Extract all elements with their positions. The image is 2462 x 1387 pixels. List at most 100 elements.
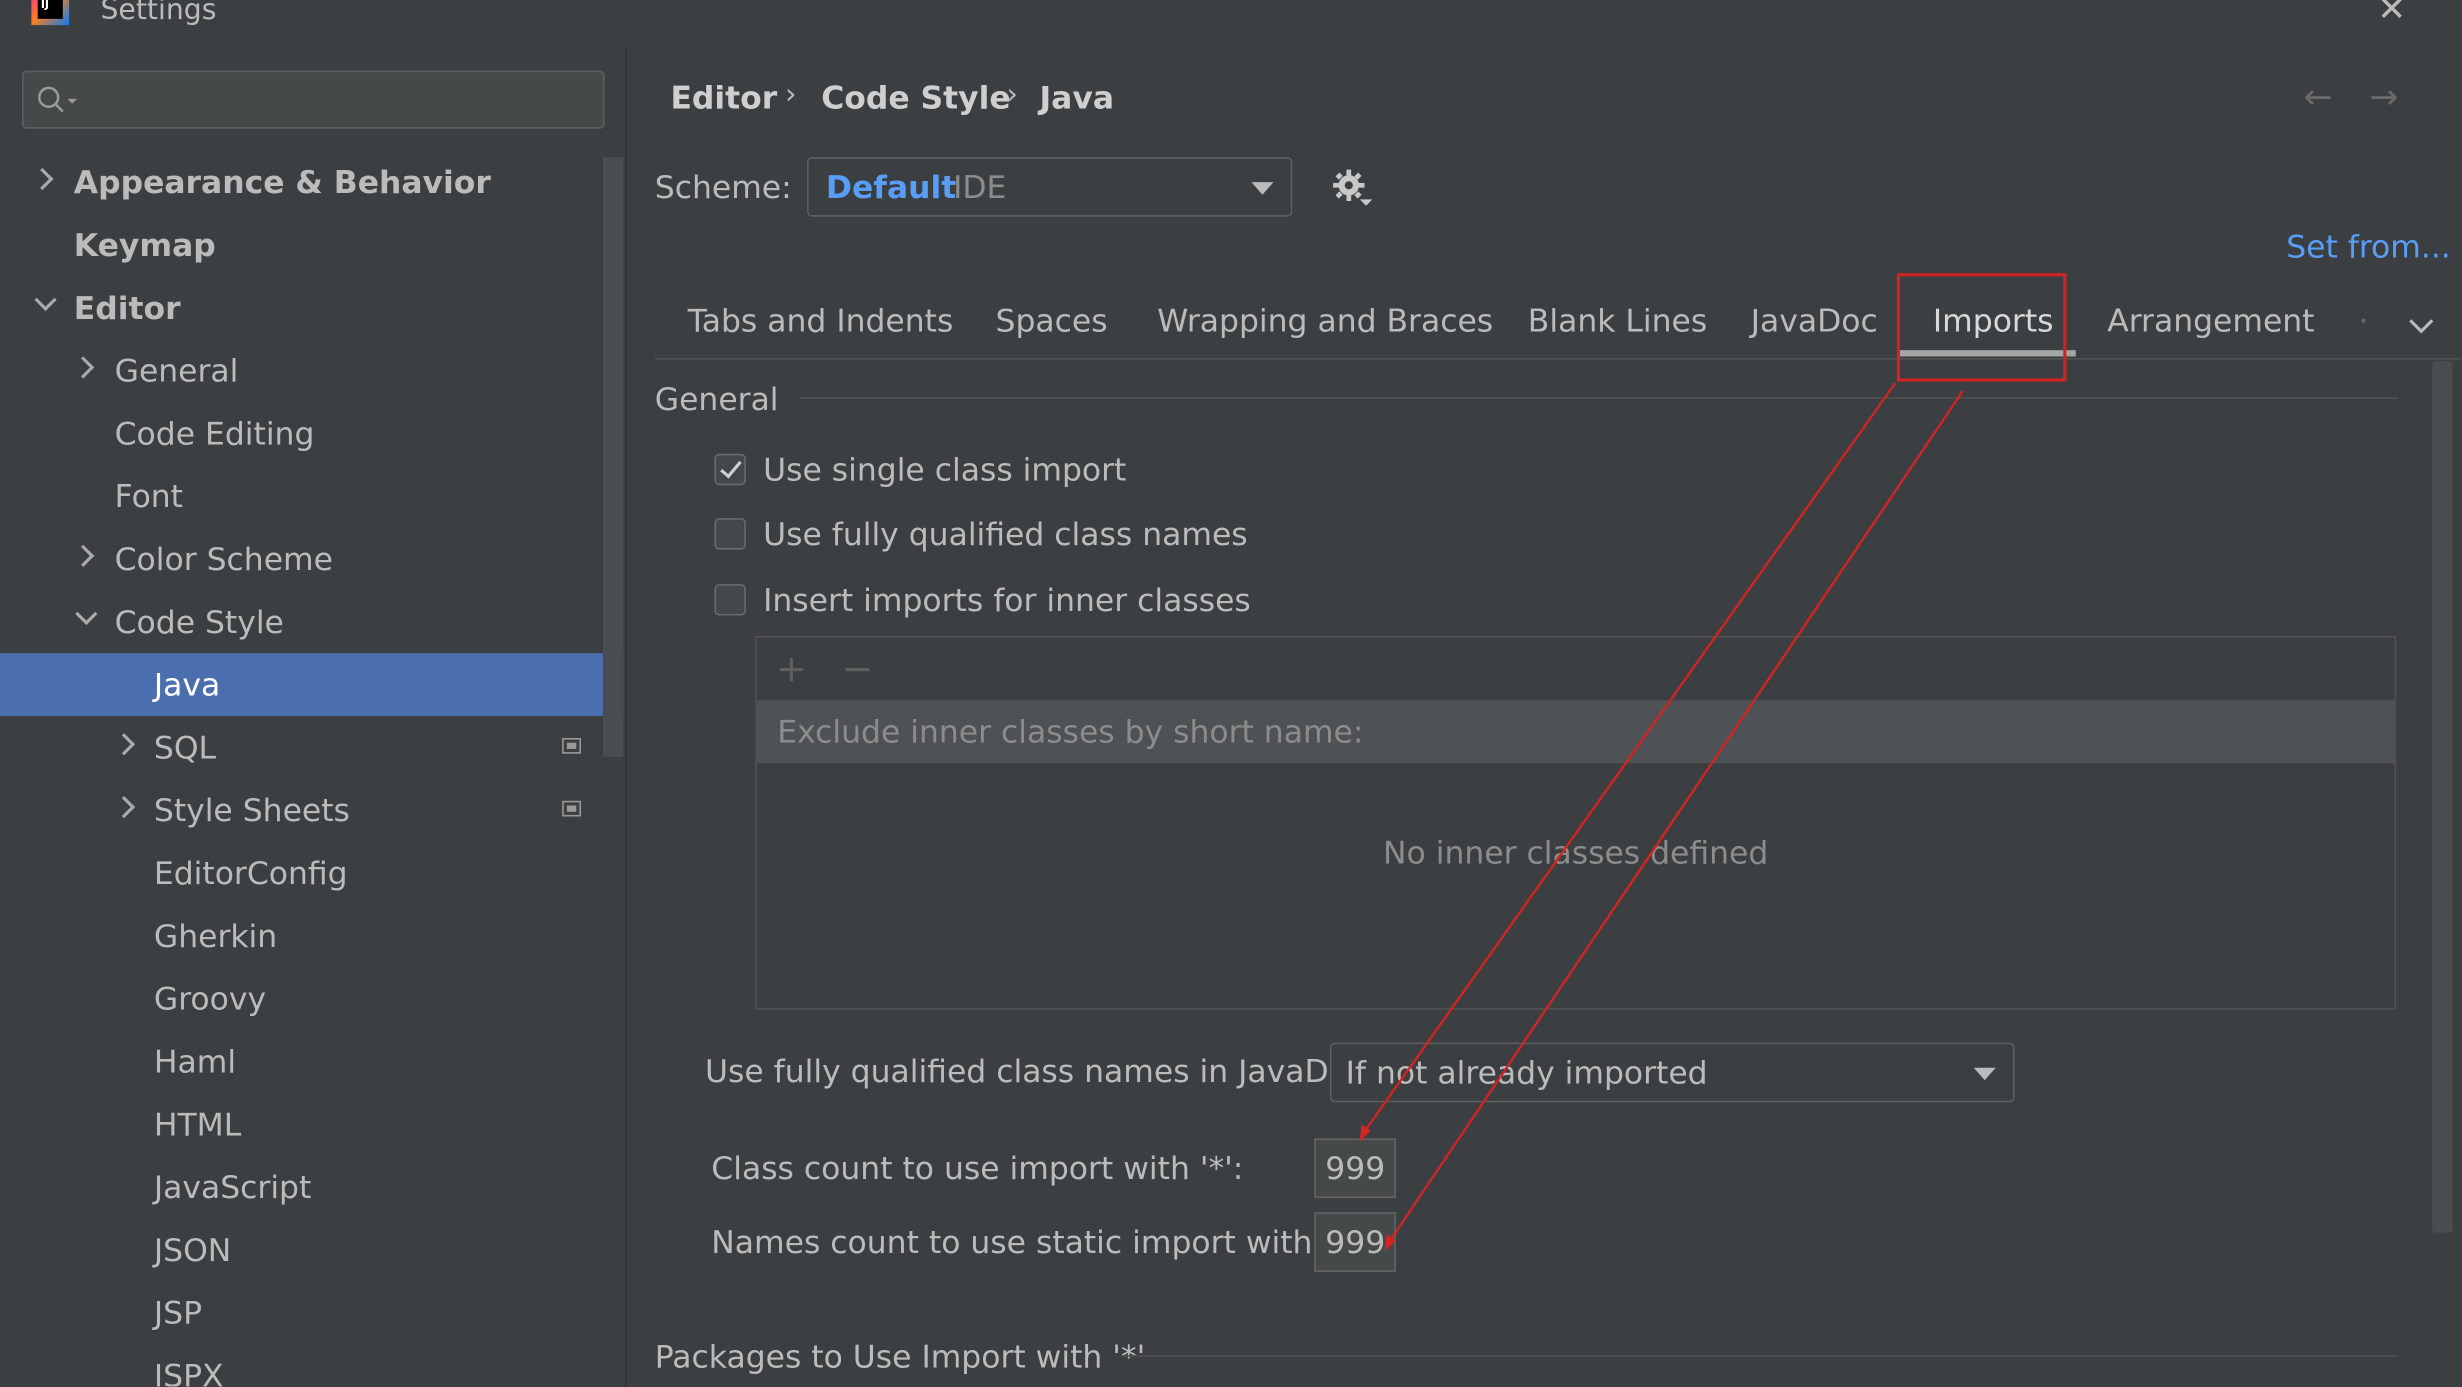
search-input[interactable]: [21, 70, 605, 129]
sidebar-item-haml[interactable]: Haml: [0, 1030, 625, 1093]
sidebar-item-keymap[interactable]: Keymap: [0, 214, 625, 277]
chevron-right-icon[interactable]: [112, 733, 136, 756]
javadoc-names-value: If not already imported: [1345, 1053, 1708, 1092]
sidebar-item-label: SQL: [153, 728, 217, 767]
sidebar-item-label: Gherkin: [153, 916, 278, 955]
tab-wrapping-and-braces[interactable]: Wrapping and Braces: [1157, 301, 1493, 339]
main-scrollbar[interactable]: [2432, 361, 2453, 1233]
sidebar-item-label: Code Style: [114, 602, 284, 641]
scheme-label: Scheme:: [654, 168, 792, 206]
class-count-input[interactable]: 999: [1314, 1138, 1396, 1199]
breadcrumb-item-code-style[interactable]: Code Style: [821, 79, 1011, 117]
sidebar-item-font[interactable]: Font: [0, 465, 625, 528]
chevron-down-icon: [1973, 1067, 1996, 1081]
sidebar-item-label: Groovy: [153, 979, 267, 1018]
chevron-right-icon[interactable]: [72, 356, 95, 379]
settings-sidebar: Appearance & Behavior Keymap Editor Gene…: [0, 47, 625, 1387]
tab-overflow[interactable]: ·: [2358, 301, 2368, 339]
breadcrumb-item-java: Java: [1039, 78, 1115, 117]
annotation-highlight-box: [1896, 273, 2067, 382]
chevron-down-icon[interactable]: [75, 602, 98, 626]
sidebar-scrollbar[interactable]: [602, 157, 624, 757]
javadoc-names-dropdown[interactable]: If not already imported: [1329, 1042, 2015, 1103]
chevron-right-icon[interactable]: [72, 544, 95, 567]
chevron-right-icon[interactable]: [31, 167, 54, 191]
class-count-label: Class count to use import with '*':: [711, 1149, 1244, 1188]
tab-spaces[interactable]: Spaces: [996, 301, 1108, 339]
tab-blank-lines[interactable]: Blank Lines: [1528, 301, 1707, 339]
tab-bar: Tabs and Indents Spaces Wrapping and Bra…: [654, 283, 2461, 360]
empty-state-text: No inner classes defined: [1383, 833, 1769, 872]
sidebar-item-label: JavaScript: [153, 1168, 312, 1206]
sidebar-item-label: Java: [153, 665, 221, 704]
settings-main-panel: Editor › Code Style › Java ← → Scheme: D…: [624, 47, 2462, 1387]
sidebar-item-label: JSPX: [153, 1356, 224, 1387]
sidebar-item-label: Font: [114, 477, 184, 516]
sidebar-item-appearance[interactable]: Appearance & Behavior: [0, 151, 625, 214]
window-title: Settings: [100, 0, 217, 27]
close-icon[interactable]: ✕: [2377, 0, 2406, 30]
single-class-import-checkbox[interactable]: [714, 453, 746, 486]
scheme-suffix: IDE: [953, 168, 1007, 206]
inner-classes-imports-checkbox[interactable]: [714, 584, 746, 616]
javadoc-names-label: Use fully qualified class names in JavaD…: [705, 1052, 1376, 1090]
project-settings-icon: [562, 800, 581, 817]
sidebar-item-code-style[interactable]: Code Style: [0, 590, 625, 653]
remove-icon[interactable]: −: [842, 647, 874, 691]
packages-section-title: Packages to Use Import with '*': [654, 1337, 1146, 1376]
sidebar-item-general[interactable]: General: [0, 339, 625, 402]
sidebar-item-label: Appearance & Behavior: [73, 163, 491, 201]
tab-tabs-and-indents[interactable]: Tabs and Indents: [688, 301, 954, 339]
fully-qualified-names-label[interactable]: Use fully qualified class names: [763, 515, 1248, 553]
scheme-dropdown[interactable]: Default IDE: [807, 157, 1293, 217]
table-toolbar: + −: [756, 637, 2395, 702]
single-class-import-label[interactable]: Use single class import: [763, 451, 1126, 489]
sidebar-item-label: JSP: [153, 1293, 203, 1332]
sidebar-item-label: Haml: [153, 1042, 237, 1081]
project-settings-icon: [562, 737, 581, 754]
chevron-down-icon[interactable]: [2407, 317, 2435, 336]
chevron-down-icon[interactable]: [34, 288, 57, 312]
search-icon: [37, 86, 77, 113]
section-divider: [799, 397, 2398, 399]
sidebar-item-label: EditorConfig: [153, 854, 348, 892]
inner-classes-imports-label[interactable]: Insert imports for inner classes: [763, 581, 1251, 619]
intellij-logo-icon: IJ: [31, 0, 70, 26]
sidebar-item-jsp[interactable]: JSP: [0, 1281, 625, 1344]
breadcrumb-separator: ›: [1006, 78, 1018, 112]
title-bar: IJ Settings ✕: [0, 0, 2462, 49]
set-from-link[interactable]: Set from...: [2286, 228, 2451, 266]
names-count-input[interactable]: 999: [1314, 1212, 1396, 1272]
chevron-right-icon[interactable]: [112, 795, 136, 819]
sidebar-item-sql[interactable]: SQL: [0, 716, 625, 779]
sidebar-item-javascript[interactable]: JavaScript: [0, 1156, 625, 1219]
sidebar-item-html[interactable]: HTML: [0, 1093, 625, 1156]
add-icon[interactable]: +: [776, 647, 808, 691]
sidebar-item-json[interactable]: JSON: [0, 1218, 625, 1281]
breadcrumb-item-editor[interactable]: Editor: [670, 79, 777, 117]
tab-arrangement[interactable]: Arrangement: [2107, 301, 2314, 339]
sidebar-item-label: JSON: [153, 1231, 232, 1269]
sidebar-item-java[interactable]: Java: [0, 653, 624, 717]
sidebar-item-label: HTML: [153, 1105, 242, 1144]
sidebar-item-label: Editor: [73, 288, 181, 327]
sidebar-item-label: Keymap: [73, 226, 216, 264]
sidebar-item-jspx[interactable]: JSPX: [0, 1344, 625, 1387]
sidebar-item-groovy[interactable]: Groovy: [0, 967, 625, 1030]
table-header: Exclude inner classes by short name:: [756, 700, 2395, 764]
sidebar-item-editor[interactable]: Editor: [0, 276, 625, 339]
fully-qualified-names-checkbox[interactable]: [714, 518, 746, 550]
sidebar-item-style-sheets[interactable]: Style Sheets: [0, 779, 625, 842]
sidebar-item-label: Code Editing: [114, 414, 315, 453]
scheme-name: Default: [825, 168, 957, 206]
sidebar-item-editorconfig[interactable]: EditorConfig: [0, 842, 625, 905]
gear-icon[interactable]: [1332, 168, 1376, 209]
back-arrow-icon[interactable]: ←: [2303, 79, 2332, 118]
general-section-title: General: [654, 379, 779, 418]
sidebar-item-gherkin[interactable]: Gherkin: [0, 904, 625, 967]
sidebar-item-code-editing[interactable]: Code Editing: [0, 402, 625, 465]
forward-arrow-icon[interactable]: →: [2369, 79, 2398, 118]
sidebar-item-color-scheme[interactable]: Color Scheme: [0, 528, 625, 591]
breadcrumb-separator: ›: [785, 78, 797, 112]
tab-javadoc[interactable]: JavaDoc: [1751, 301, 1878, 339]
